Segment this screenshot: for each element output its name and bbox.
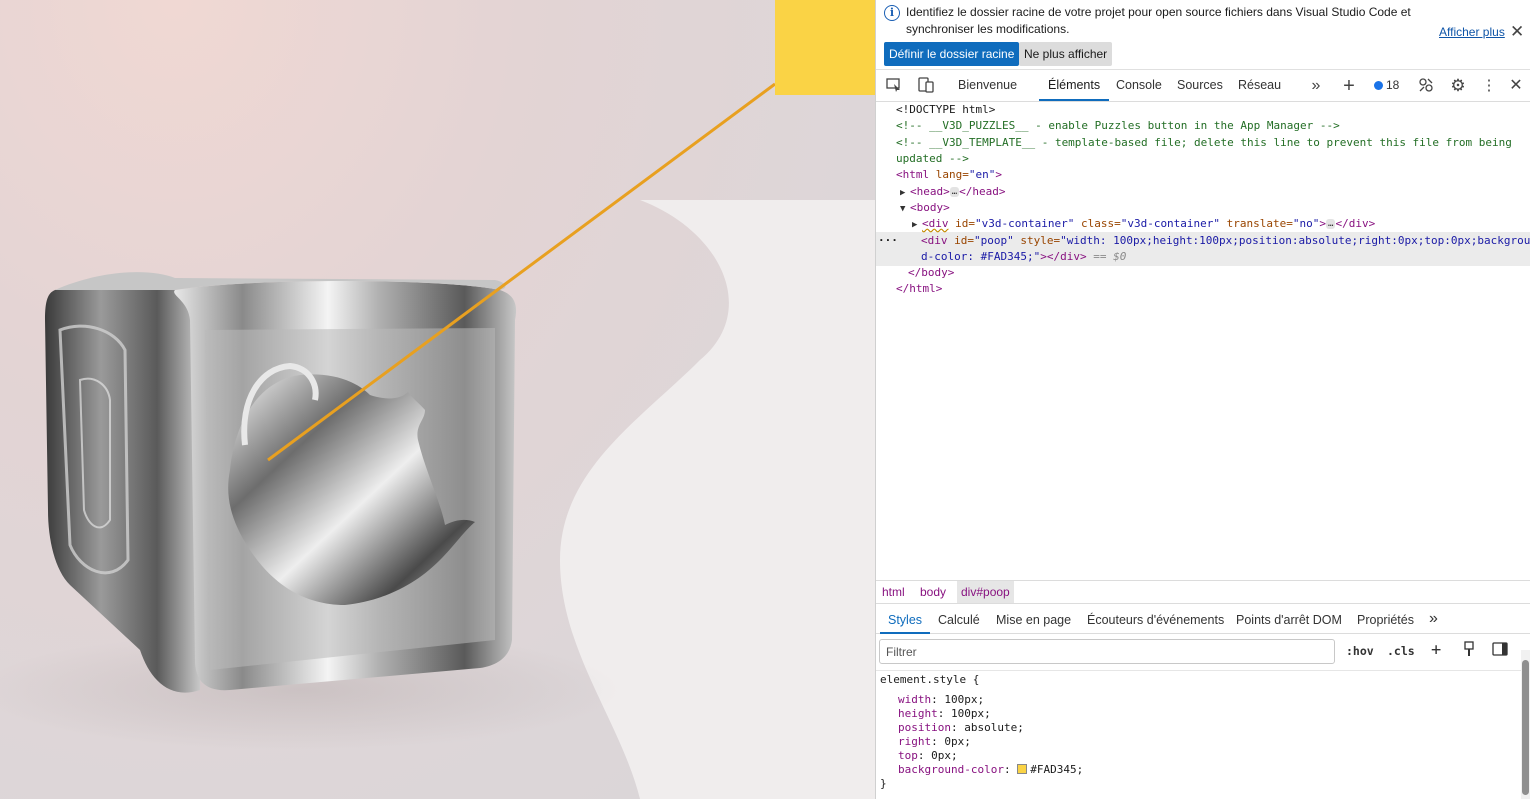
device-emulation-icon[interactable] xyxy=(916,76,936,96)
info-icon: i xyxy=(884,5,900,21)
hover-state-toggle[interactable]: :hov xyxy=(1346,644,1374,658)
class-toggle[interactable]: .cls xyxy=(1387,644,1415,658)
dom-html-node[interactable]: <html lang="en"> xyxy=(896,167,1002,183)
new-style-rule-icon[interactable]: + xyxy=(1431,640,1441,660)
learn-more-link[interactable]: Afficher plus xyxy=(1439,25,1505,39)
dom-doctype[interactable]: <!DOCTYPE html> xyxy=(896,102,995,118)
set-root-folder-button[interactable]: Définir le dossier racine xyxy=(884,42,1020,66)
dom-comment-cont: updated --> xyxy=(896,152,969,165)
dom-v3d-container-node[interactable]: ▶ <div id="v3d-container" class="v3d-cont… xyxy=(912,216,1375,233)
tab-network[interactable]: Réseau xyxy=(1238,70,1281,101)
tab-computed[interactable]: Calculé xyxy=(938,604,980,634)
breadcrumb-div-poop[interactable]: div#poop xyxy=(957,581,1014,603)
devtools-tabbar: Bienvenue Éléments Console Sources Résea… xyxy=(876,70,1530,102)
more-options-icon[interactable]: ⋮ xyxy=(1479,76,1499,96)
close-devtools-icon[interactable]: ✕ xyxy=(1506,76,1526,96)
devtools-panel: i Identifiez le dossier racine de votre … xyxy=(875,0,1530,799)
close-icon[interactable]: ✕ xyxy=(1510,22,1524,42)
expand-triangle-icon[interactable]: ▶ xyxy=(900,185,910,201)
3d-scene xyxy=(0,82,875,799)
tab-elements[interactable]: Éléments xyxy=(1039,70,1110,101)
style-property[interactable]: background-color: #FAD345; xyxy=(898,763,1083,777)
breadcrumb: html body div#poop xyxy=(876,580,1530,604)
inspect-element-icon[interactable] xyxy=(884,76,904,96)
tab-properties[interactable]: Propriétés xyxy=(1357,604,1414,634)
dom-poop-node[interactable]: <div id="poop" style="width: 100px;heigh… xyxy=(921,233,1530,249)
styles-filter-input[interactable] xyxy=(879,639,1335,664)
3d-viewport[interactable] xyxy=(0,0,875,799)
dom-body-close[interactable]: </body> xyxy=(908,265,954,281)
dom-html-close[interactable]: </html> xyxy=(896,281,942,297)
info-message: Identifiez le dossier racine de votre pr… xyxy=(906,5,1411,36)
dom-body-node[interactable]: ▼ <body> xyxy=(900,200,950,217)
tab-sources[interactable]: Sources xyxy=(1177,70,1223,101)
gear-icon[interactable]: ⚙ xyxy=(1448,76,1468,96)
dom-tree[interactable]: <!DOCTYPE html> <!-- __V3D_PUZZLES__ - e… xyxy=(876,102,1530,580)
style-property[interactable]: right: 0px; xyxy=(898,735,971,749)
tab-console[interactable]: Console xyxy=(1116,70,1162,101)
scrollbar-thumb[interactable] xyxy=(1522,660,1529,795)
styles-pane[interactable]: element.style { width: 100px; height: 10… xyxy=(876,670,1521,799)
issues-counter[interactable]: 18 xyxy=(1374,78,1399,92)
floor-light xyxy=(560,200,875,799)
style-rule-close: } xyxy=(880,777,887,790)
info-bar: i Identifiez le dossier racine de votre … xyxy=(876,0,1530,70)
more-subtabs-icon[interactable]: » xyxy=(1429,604,1438,634)
dom-poop-node-cont: d-color: #FAD345;"></div> == $0 xyxy=(921,250,1127,263)
toggle-sidebar-icon[interactable] xyxy=(1492,642,1508,659)
tab-styles[interactable]: Styles xyxy=(880,604,931,634)
more-tabs-icon[interactable]: » xyxy=(1306,76,1326,96)
style-property[interactable]: height: 100px; xyxy=(898,707,991,721)
paint-brush-icon[interactable] xyxy=(1462,641,1476,660)
style-property[interactable]: position: absolute; xyxy=(898,721,1024,735)
styles-scrollbar[interactable] xyxy=(1521,650,1530,799)
dom-comment[interactable]: <!-- __V3D_PUZZLES__ - enable Puzzles bu… xyxy=(896,118,1340,134)
style-rule-selector[interactable]: element.style { xyxy=(880,673,979,687)
dom-head-node[interactable]: ▶ <head>… </head> xyxy=(900,184,1006,201)
cube-left-face xyxy=(45,281,205,693)
node-actions-icon[interactable]: ··· xyxy=(878,233,898,249)
styles-subtabbar: Styles Calculé Mise en page Écouteurs d'… xyxy=(876,604,1530,634)
styles-filter-row: :hov .cls + xyxy=(876,636,1530,670)
breadcrumb-html[interactable]: html xyxy=(878,581,909,603)
tab-layout[interactable]: Mise en page xyxy=(996,604,1071,634)
dont-show-again-button[interactable]: Ne plus afficher xyxy=(1019,42,1113,66)
annotation-yellow-box xyxy=(775,0,875,95)
color-swatch[interactable] xyxy=(1017,764,1028,774)
dom-comment[interactable]: <!-- __V3D_TEMPLATE__ - template-based f… xyxy=(896,135,1512,151)
connections-icon[interactable] xyxy=(1416,76,1436,96)
tab-dom-breakpoints[interactable]: Points d'arrêt DOM xyxy=(1236,604,1342,634)
tab-welcome[interactable]: Bienvenue xyxy=(958,70,1017,101)
add-tab-icon[interactable]: + xyxy=(1339,76,1359,96)
issues-icon xyxy=(1374,81,1383,90)
tab-event-listeners[interactable]: Écouteurs d'événements xyxy=(1087,604,1224,634)
collapse-triangle-icon[interactable]: ▼ xyxy=(900,201,910,217)
style-property[interactable]: top: 0px; xyxy=(898,749,958,763)
breadcrumb-body[interactable]: body xyxy=(916,581,950,603)
style-property[interactable]: width: 100px; xyxy=(898,693,984,707)
collapsed-ellipsis[interactable]: … xyxy=(949,186,960,197)
expand-triangle-icon[interactable]: ▶ xyxy=(912,217,922,233)
